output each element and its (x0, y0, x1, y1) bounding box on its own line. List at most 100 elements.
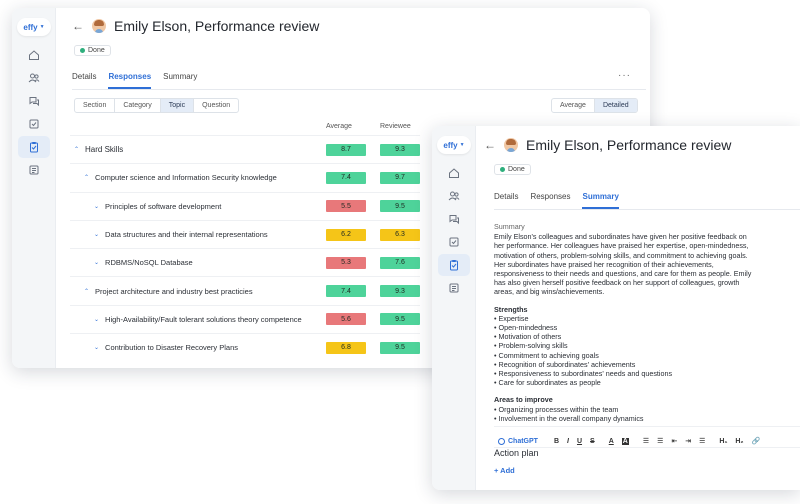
text-line: • Problem-solving skills (494, 341, 800, 350)
chat-icon[interactable] (18, 90, 50, 112)
chevron-down-icon[interactable]: ⌄ (94, 231, 99, 238)
chevron-up-icon[interactable]: ⌃ (84, 288, 89, 295)
editor-toolbar: ChatGPT B I U S A A ☰ ☰ ⇤ ⇥ ☰ H₁ H₂ 🔗 (494, 426, 800, 448)
average-score: 7.4 (326, 172, 366, 184)
table-row[interactable]: ⌄Principles of software development5.59.… (70, 192, 420, 220)
back-arrow-icon[interactable]: ← (72, 19, 84, 33)
more-options-icon[interactable]: ··· (618, 70, 631, 81)
segment-average[interactable]: Average (552, 99, 595, 112)
text-line: motivation of others, problem-solving sk… (494, 251, 800, 260)
chevron-up-icon[interactable]: ⌃ (84, 174, 89, 181)
page-title: Emily Elson, Performance review (114, 18, 319, 34)
text-color-button[interactable]: A (609, 438, 614, 445)
home-icon[interactable] (18, 44, 50, 66)
reviewee-score: 9.5 (380, 313, 420, 325)
reviewee-score: 9.5 (380, 342, 420, 354)
table-row[interactable]: ⌄High-Availability/Fault tolerant soluti… (70, 305, 420, 333)
clipboard-icon[interactable] (18, 136, 50, 158)
chevron-down-icon[interactable]: ⌄ (94, 259, 99, 266)
home-icon[interactable] (438, 162, 470, 184)
average-score: 5.6 (326, 313, 366, 325)
ordered-list-button[interactable]: ☰ (643, 437, 649, 445)
average-score: 7.4 (326, 285, 366, 297)
text-line: Emily Elson's colleagues and subordinate… (494, 232, 800, 241)
row-label-text: Contribution to Disaster Recovery Plans (105, 343, 238, 352)
back-arrow-icon[interactable]: ← (484, 138, 496, 152)
italic-button[interactable]: I (567, 438, 569, 445)
heading2-button[interactable]: H₂ (735, 438, 743, 445)
segment-category[interactable]: Category (115, 99, 160, 112)
highlight-button[interactable]: A (622, 438, 629, 445)
segment-question[interactable]: Question (194, 99, 238, 112)
tab-details[interactable]: Details (494, 192, 518, 209)
segment-detailed[interactable]: Detailed (595, 99, 637, 112)
text-line: • Open-mindedness (494, 323, 800, 332)
summary-text[interactable]: Summary Emily Elson's colleagues and sub… (494, 222, 800, 423)
summary-paragraph: Emily Elson's colleagues and subordinate… (494, 232, 800, 296)
users-icon[interactable] (18, 67, 50, 89)
chevron-down-icon[interactable]: ⌄ (94, 203, 99, 210)
tab-responses[interactable]: Responses (108, 72, 151, 89)
segment-topic[interactable]: Topic (161, 99, 194, 112)
app-logo[interactable]: effy▼ (17, 18, 51, 36)
table-row[interactable]: ⌃Project architecture and industry best … (70, 276, 420, 304)
status-dot-icon (500, 167, 505, 172)
table-row[interactable]: ⌄ Data structures and their internal repr… (70, 220, 420, 248)
strikethrough-button[interactable]: S (590, 438, 595, 445)
table-row[interactable]: ⌃ Computer science and Information Securi… (70, 163, 420, 191)
bold-button[interactable]: B (554, 438, 559, 445)
notes-icon[interactable] (18, 159, 50, 181)
tab-summary[interactable]: Summary (163, 72, 197, 89)
indent-button[interactable]: ⇥ (685, 437, 691, 445)
tab-summary[interactable]: Summary (582, 192, 618, 209)
text-line: areas, and big wins/achievements. (494, 287, 800, 296)
status-badge: Done (494, 164, 531, 175)
inbox-icon[interactable] (438, 231, 470, 253)
heading1-button[interactable]: H₁ (719, 438, 727, 445)
average-score: 8.7 (326, 144, 366, 156)
notes-icon[interactable] (438, 277, 470, 299)
table-row[interactable]: ⌄RDBMS/NoSQL Database5.37.6 (70, 248, 420, 276)
outdent-button[interactable]: ⇤ (671, 437, 677, 445)
chat-icon[interactable] (438, 208, 470, 230)
table-row[interactable]: ⌃Hard Skills8.79.3 (70, 135, 420, 163)
row-label-text: Computer science and Information Securit… (95, 173, 277, 182)
sidebar: effy▼ (432, 126, 476, 490)
tab-details[interactable]: Details (72, 72, 96, 89)
chevron-down-icon[interactable]: ⌄ (94, 316, 99, 323)
chevron-down-icon[interactable]: ⌄ (94, 344, 99, 351)
avatar (92, 19, 106, 33)
app-logo[interactable]: effy▼ (437, 136, 471, 154)
link-icon[interactable]: 🔗 (752, 437, 761, 445)
chatgpt-button[interactable]: ChatGPT (498, 438, 538, 445)
bullet-list-button[interactable]: ☰ (657, 437, 663, 445)
underline-button[interactable]: U (577, 438, 582, 445)
row-label: ⌃Project architecture and industry best … (84, 287, 253, 296)
tab-responses[interactable]: Responses (530, 192, 570, 209)
row-label-text: Data structures and their internal repre… (105, 230, 268, 239)
column-average: Average (326, 123, 352, 130)
row-label-text: Principles of software development (105, 202, 221, 211)
improve-heading: Areas to improve (494, 395, 800, 404)
segment-section[interactable]: Section (75, 99, 115, 112)
add-action-button[interactable]: + Add (494, 466, 515, 475)
users-icon[interactable] (438, 185, 470, 207)
row-label: ⌄ Data structures and their internal repr… (94, 230, 268, 239)
row-label: ⌃Hard Skills (74, 145, 123, 154)
avatar (504, 138, 518, 152)
text-line: has also given herself positive feedback… (494, 278, 800, 287)
text-line: • Involvement in the overall company dyn… (494, 414, 800, 423)
align-button[interactable]: ☰ (699, 437, 705, 445)
inbox-icon[interactable] (18, 113, 50, 135)
page-header: ← Emily Elson, Performance review (484, 137, 731, 153)
column-reviewee: Reviewee (380, 123, 411, 130)
clipboard-icon[interactable] (438, 254, 470, 276)
chevron-up-icon[interactable]: ⌃ (74, 146, 79, 153)
text-line: her performance. Her colleagues have pra… (494, 241, 800, 250)
text-line: • Care for subordinates as people (494, 378, 800, 387)
chevron-down-icon: ▼ (40, 24, 45, 30)
average-score: 5.3 (326, 257, 366, 269)
improve-list: • Organizing processes within the team• … (494, 405, 800, 423)
table-row[interactable]: ⌄ Contribution to Disaster Recovery Plans… (70, 333, 420, 361)
text-line: • Motivation of others (494, 332, 800, 341)
